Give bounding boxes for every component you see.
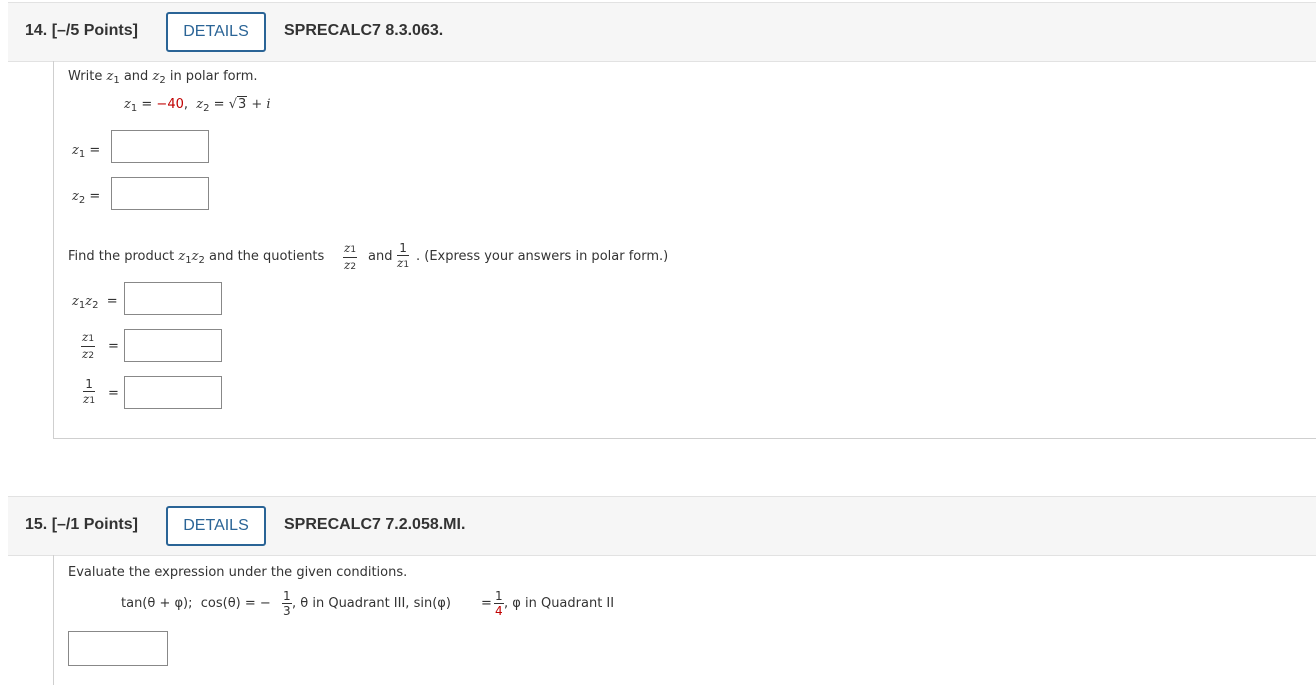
question-14-header: 14. [–/5 Points] DETAILS SPRECALC7 8.3.0… — [8, 2, 1316, 62]
frac-z1-over-z2: z1 z2 — [343, 241, 358, 272]
q14-find-prompt: Find the product z1z2 and the quotients — [68, 249, 325, 266]
q15-frac-cos: 1 3 — [282, 589, 292, 618]
question-14-title: 14. [–/5 Points] — [25, 22, 138, 39]
quotient-z1-z2-label: z1 z2 — [81, 330, 96, 361]
z2-answer-input[interactable] — [111, 177, 209, 210]
q15-prompt: Evaluate the expression under the given … — [68, 565, 408, 580]
question-15-header: 15. [–/1 Points] DETAILS SPRECALC7 7.2.0… — [8, 496, 1316, 556]
z1-label: z1 = — [72, 143, 101, 160]
q15-eq: = — [481, 596, 492, 611]
question-15-code: SPRECALC7 7.2.058.MI. — [284, 516, 466, 533]
z1-answer-input[interactable] — [111, 130, 209, 163]
question-14-code: SPRECALC7 8.3.063. — [284, 22, 444, 39]
q14-prompt: Write z1 and z2 in polar form. — [68, 69, 258, 86]
quotient-1-z1-answer-input[interactable] — [124, 376, 222, 409]
z2-label: z2 = — [72, 189, 101, 206]
question-15-details-button[interactable]: DETAILS — [166, 506, 266, 546]
q15-condition-phi: , φ in Quadrant II — [504, 596, 615, 611]
quotient-z1-z2-eq: = — [108, 339, 119, 354]
q15-expression: tan(θ + φ); cos(θ) = − — [121, 596, 271, 611]
quotient-z1-z2-answer-input[interactable] — [124, 329, 222, 362]
question-14-body: Write z1 and z2 in polar form. z1 = −40,… — [53, 61, 1316, 439]
q14-given-values: z1 = −40, z2 = √3 + i — [124, 96, 271, 114]
frac-1-over-z1: 1 z1 — [397, 241, 410, 270]
q15-frac-sin: 1 4 — [494, 589, 504, 618]
quotient-1-z1-eq: = — [108, 386, 119, 401]
question-14-details-button[interactable]: DETAILS — [166, 12, 266, 52]
z1-value: −40 — [156, 97, 184, 112]
question-15-title: 15. [–/1 Points] — [25, 516, 138, 533]
q15-condition-theta: , θ in Quadrant III, sin(φ) — [292, 596, 451, 611]
q15-answer-input[interactable] — [68, 631, 168, 666]
quotient-1-z1-label: 1 z1 — [83, 377, 96, 406]
sqrt-symbol: √3 — [228, 96, 248, 112]
product-answer-input[interactable] — [124, 282, 222, 315]
q14-find-suffix: . (Express your answers in polar form.) — [416, 249, 669, 264]
product-label: z1z2 = — [72, 294, 118, 311]
q14-find-and: and — [368, 249, 393, 264]
question-15-body: Evaluate the expression under the given … — [53, 555, 1316, 685]
